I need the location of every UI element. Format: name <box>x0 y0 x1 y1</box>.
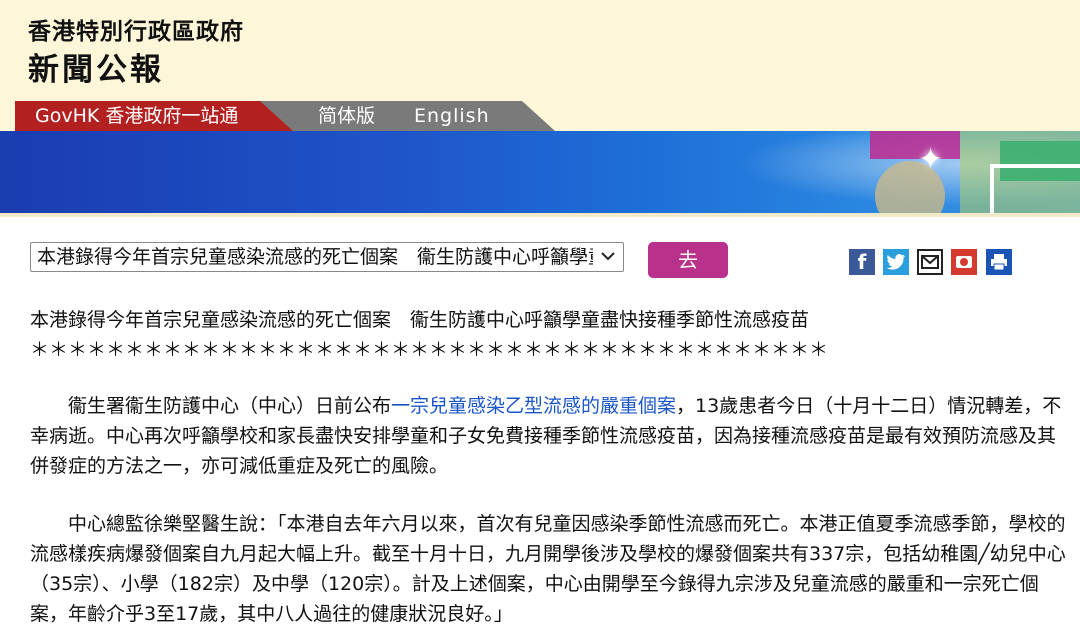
article-select[interactable]: 本港錄得今年首宗兒童感染流感的死亡個案 衞生防護中心呼籲學童盡快接種季節性流感疫… <box>30 242 624 272</box>
print-icon[interactable] <box>986 249 1012 275</box>
facebook-icon[interactable]: f <box>849 249 875 275</box>
paragraph-text: 衞生署衞生防護中心（中心）日前公布 <box>68 395 392 417</box>
banner-decoration <box>990 164 1080 213</box>
simplified-chinese-link[interactable]: 简体版 <box>318 101 375 131</box>
weibo-icon[interactable] <box>951 249 977 275</box>
banner-divider <box>0 213 1080 217</box>
twitter-icon[interactable] <box>883 249 909 275</box>
paragraph: 衞生署衞生防護中心（中心）日前公布一宗兒童感染乙型流感的嚴重個案，13歲患者今日… <box>30 391 1070 481</box>
press-releases-title: 新聞公報 <box>28 52 164 88</box>
facebook-glyph: f <box>857 250 867 274</box>
paragraph: 中心總監徐樂堅醫生說：「本港自去年六月以來，首次有兒童因感染季節性流感而死亡。本… <box>30 513 1066 625</box>
language-tab-bar <box>255 101 555 131</box>
banner-image: ✦ <box>0 131 1080 213</box>
article-headline: 本港錄得今年首宗兒童感染流感的死亡個案 衞生防護中心呼籲學童盡快接種季節性流感疫… <box>30 309 810 331</box>
chevron-down-icon <box>601 243 615 271</box>
government-name: 香港特別行政區政府 <box>28 19 244 45</box>
banner-decoration <box>870 131 960 159</box>
govhk-link[interactable]: GovHK 香港政府一站通 <box>15 101 293 131</box>
article-select-value: 本港錄得今年首宗兒童感染流感的死亡個案 衞生防護中心呼籲學童盡快接種季節性流感疫… <box>37 246 593 268</box>
article-body: 本港錄得今年首宗兒童感染流感的死亡個案 衞生防護中心呼籲學童盡快接種季節性流感疫… <box>30 305 1070 629</box>
email-icon[interactable] <box>917 249 943 275</box>
headline-divider: ＊＊＊＊＊＊＊＊＊＊＊＊＊＊＊＊＊＊＊＊＊＊＊＊＊＊＊＊＊＊＊＊＊＊＊＊＊＊＊＊… <box>30 339 829 361</box>
english-link[interactable]: English <box>414 101 490 131</box>
sparkle-icon: ✦ <box>918 142 944 177</box>
go-button[interactable]: 去 <box>648 242 728 278</box>
related-case-link[interactable]: 一宗兒童感染乙型流感的嚴重個案 <box>391 395 676 417</box>
page-header: 香港特別行政區政府 新聞公報 <box>0 0 1080 104</box>
